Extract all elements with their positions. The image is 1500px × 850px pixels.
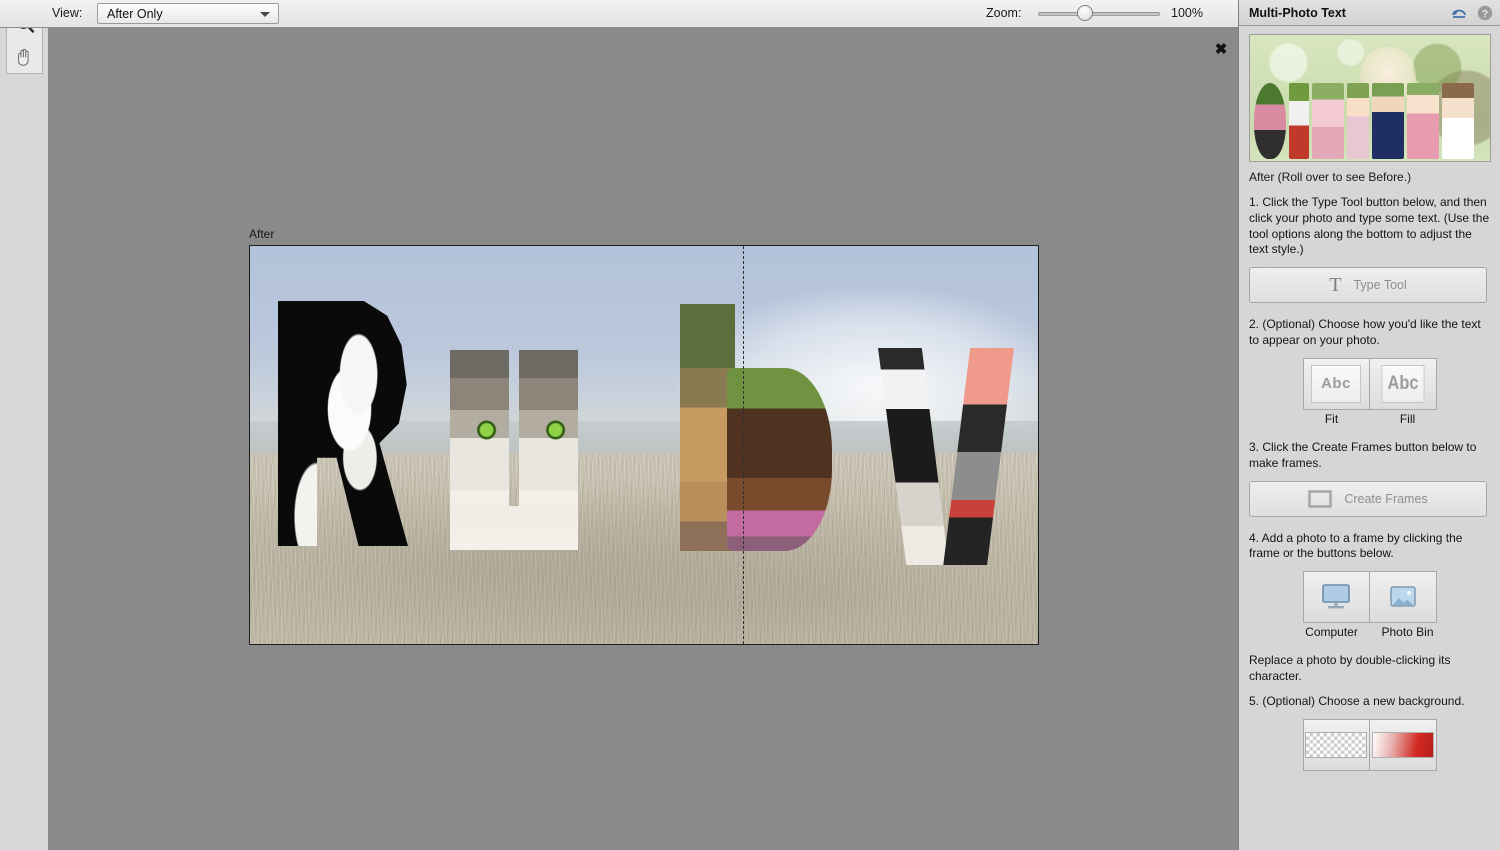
frame-icon — [1308, 489, 1333, 508]
panel-body: After (Roll over to see Before.) 1. Clic… — [1239, 26, 1500, 850]
photo-source-labels: Computer Photo Bin — [1249, 625, 1490, 639]
letter-v-photo-left — [878, 348, 949, 565]
panel-header: Multi-Photo Text ? — [1239, 0, 1500, 26]
monitor-icon — [1322, 584, 1350, 609]
step-2-text: 2. (Optional) Choose how you'd like the … — [1249, 317, 1481, 348]
reset-icon[interactable] — [1450, 4, 1468, 22]
type-tool-icon: T — [1329, 273, 1342, 296]
hand-icon — [17, 48, 29, 66]
letter-frame-b[interactable] — [680, 304, 832, 551]
left-toolbar — [0, 0, 49, 850]
computer-button[interactable] — [1302, 571, 1370, 624]
preview-thumbnail[interactable] — [1249, 34, 1491, 162]
letter-frame-u[interactable] — [450, 350, 578, 550]
create-frames-label: Create Frames — [1344, 491, 1428, 506]
close-icon[interactable]: ✖ — [1212, 41, 1230, 59]
letter-frame-r[interactable] — [278, 301, 408, 546]
fill-button[interactable]: Abc — [1369, 357, 1437, 410]
step-1-text: 1. Click the Type Tool button below, and… — [1249, 195, 1490, 257]
help-icon[interactable]: ? — [1476, 4, 1494, 22]
letter-u-bowl — [450, 506, 578, 550]
view-mode-dropdown[interactable]: After Only — [97, 3, 279, 24]
step-3-text: 3. Click the Create Frames button below … — [1249, 439, 1477, 470]
photo-bin-label: Photo Bin — [1381, 625, 1434, 640]
view-label: View: — [52, 6, 83, 20]
view-mode-value: After Only — [107, 6, 163, 21]
transparent-swatch-icon — [1305, 731, 1367, 758]
letter-v-photo-right — [943, 348, 1014, 565]
letter-frame-v[interactable] — [878, 348, 1014, 565]
zoom-slider-handle[interactable] — [1077, 5, 1093, 21]
type-tool-button[interactable]: T Type Tool — [1249, 267, 1487, 304]
photo-text-letters — [250, 246, 1038, 644]
image-canvas[interactable] — [249, 245, 1039, 645]
preview-caption: After (Roll over to see Before.) — [1249, 170, 1412, 184]
svg-text:?: ? — [1482, 8, 1488, 20]
transparent-background-button[interactable] — [1302, 718, 1370, 771]
photo-bin-button[interactable] — [1369, 571, 1437, 624]
fit-button[interactable]: Abc — [1302, 357, 1370, 410]
type-tool-label: Type Tool — [1353, 278, 1407, 293]
zoom-slider[interactable] — [1038, 12, 1160, 16]
fill-preview-icon: Abc — [1381, 364, 1424, 403]
zoom-label: Zoom: — [986, 6, 1022, 20]
computer-label: Computer — [1305, 625, 1358, 640]
panel-title: Multi-Photo Text — [1249, 5, 1346, 20]
options-bar: View: After Only Zoom: 100% — [0, 0, 1238, 28]
text-style-buttons: Abc Abc — [1249, 357, 1490, 410]
letter-r-photo — [278, 301, 408, 546]
background-swatch-buttons — [1249, 718, 1490, 771]
selection-guide-line — [742, 246, 744, 644]
step-5-text: 5. (Optional) Choose a new background. — [1249, 693, 1465, 708]
create-frames-button[interactable]: Create Frames — [1249, 480, 1487, 517]
fit-label: Fit — [1324, 411, 1339, 426]
fill-label: Fill — [1399, 411, 1416, 426]
photo-source-buttons — [1249, 571, 1490, 624]
replace-photo-note: Replace a photo by double-clicking its c… — [1249, 653, 1451, 684]
zoom-percentage: 100% — [1171, 6, 1203, 20]
text-style-labels: Fit Fill — [1249, 412, 1490, 426]
panel-header-icons: ? — [1450, 4, 1494, 22]
photo-editor-window: View: After Only Zoom: 100% ✖ After Mult… — [0, 0, 1500, 850]
chevron-down-icon — [260, 12, 270, 17]
red-background-button[interactable] — [1369, 718, 1437, 771]
canvas-work-area: ✖ After — [49, 28, 1238, 850]
photo-icon — [1389, 586, 1416, 608]
step-4-text: 4. Add a photo to a frame by clicking th… — [1249, 530, 1463, 561]
after-label: After — [249, 227, 275, 241]
red-gradient-swatch-icon — [1371, 731, 1434, 758]
hand-tool-button[interactable] — [7, 40, 42, 73]
fit-preview-icon: Abc — [1311, 364, 1361, 403]
guided-edit-panel: Multi-Photo Text ? After (Roll over to s… — [1238, 0, 1500, 850]
letter-r-counter — [317, 343, 361, 417]
preview-letters — [1254, 83, 1474, 159]
